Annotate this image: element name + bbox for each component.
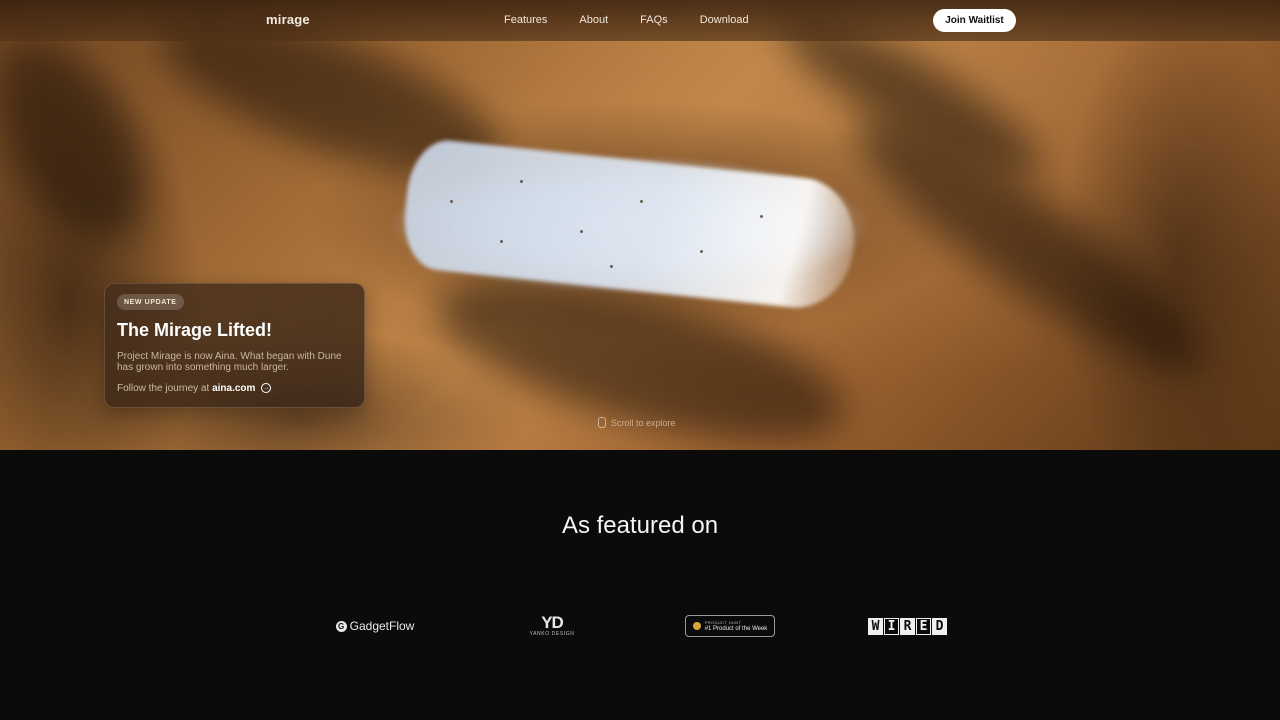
- scroll-hint-text: Scroll to explore: [611, 417, 676, 428]
- press-logos: G GadgetFlow YD YANKO DESIGN PRODUCT HUN…: [0, 612, 1280, 640]
- new-update-badge: NEW UPDATE: [117, 294, 184, 310]
- gadgetflow-name: GadgetFlow: [349, 619, 415, 633]
- follow-prefix: Follow the journey at: [117, 383, 210, 394]
- nav-link-download[interactable]: Download: [700, 14, 749, 26]
- join-waitlist-button[interactable]: Join Waitlist: [933, 9, 1016, 32]
- medal-icon: [692, 622, 701, 630]
- hero-section: NEW UPDATE The Mirage Lifted! Project Mi…: [0, 0, 1280, 450]
- wired-letter: R: [900, 617, 915, 635]
- product-hunt-main: #1 Product of the Week: [704, 626, 768, 632]
- scroll-hint: Scroll to explore: [598, 417, 676, 428]
- wired-letter: D: [932, 617, 947, 635]
- yanko-mark: YD: [541, 613, 564, 632]
- wired-logo[interactable]: W I R E D: [864, 612, 951, 640]
- mouse-icon: [598, 417, 606, 428]
- sand-shadow: [832, 87, 1228, 403]
- gadgetflow-logo[interactable]: G GadgetFlow: [334, 612, 416, 640]
- wired-letter: I: [884, 617, 899, 635]
- product-hunt-top: PRODUCT HUNT: [704, 620, 742, 625]
- sand-shadow: [0, 14, 177, 266]
- gadgetflow-icon: G: [335, 620, 347, 632]
- yanko-design-logo[interactable]: YD YANKO DESIGN: [525, 612, 579, 640]
- announcement-body: Project Mirage is now Aina. What began w…: [117, 351, 342, 373]
- announcement-card: NEW UPDATE The Mirage Lifted! Project Mi…: [104, 283, 365, 408]
- aina-link[interactable]: aina.com: [212, 383, 255, 394]
- nav-links: Features About FAQs Download: [504, 14, 781, 26]
- mirage-logo[interactable]: mirage: [266, 12, 310, 27]
- product-hunt-badge[interactable]: PRODUCT HUNT #1 Product of the Week: [685, 615, 775, 637]
- arrow-circle-icon[interactable]: →: [261, 383, 272, 394]
- announcement-title: The Mirage Lifted!: [117, 320, 273, 340]
- yanko-subtitle: YANKO DESIGN: [529, 631, 575, 637]
- wired-letter: W: [868, 617, 883, 635]
- top-nav: mirage Features About FAQs Download Join…: [0, 0, 1280, 41]
- nav-link-features[interactable]: Features: [504, 14, 547, 26]
- follow-line: Follow the journey at aina.com →: [117, 383, 272, 394]
- nav-link-faqs[interactable]: FAQs: [640, 14, 668, 26]
- featured-title: As featured on: [561, 512, 719, 539]
- wired-letter: E: [916, 617, 931, 635]
- nav-link-about[interactable]: About: [579, 14, 608, 26]
